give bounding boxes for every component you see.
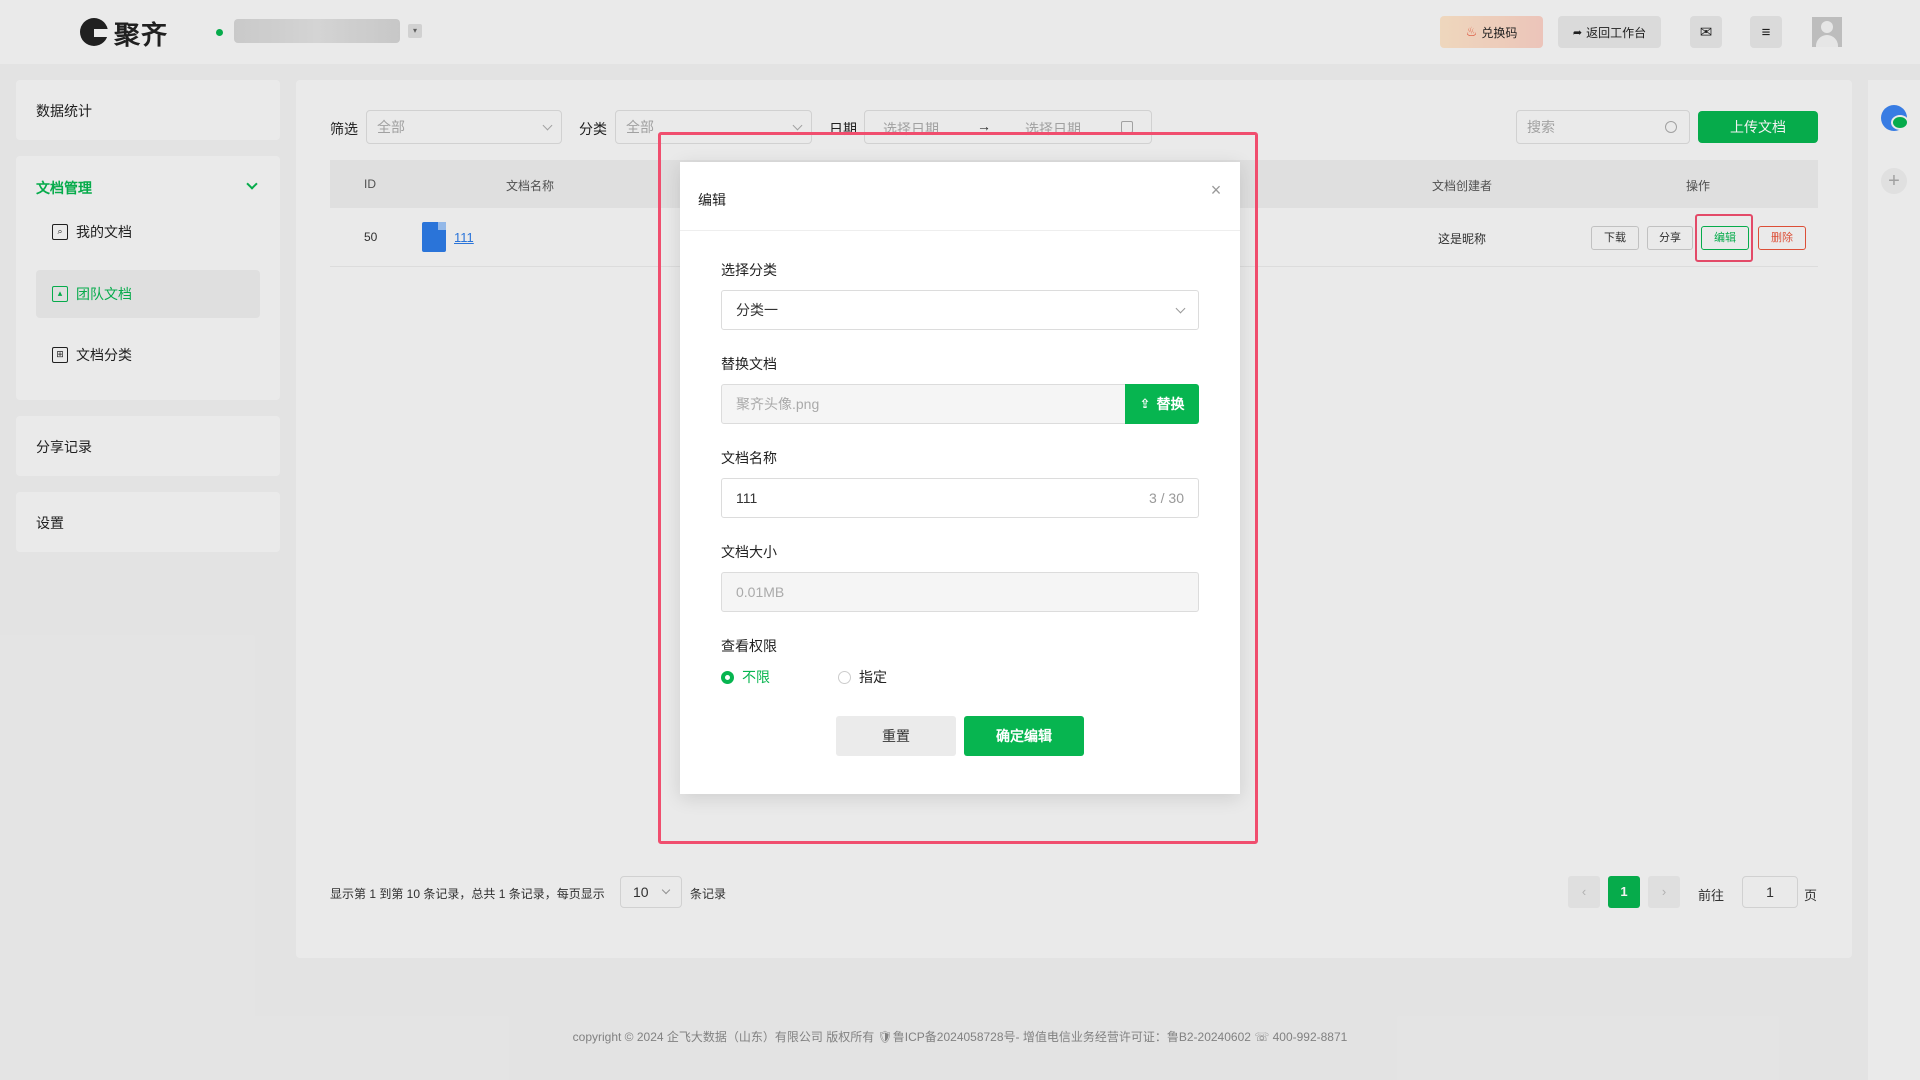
replace-file-field: 聚齐头像.png — [721, 384, 1126, 424]
category-field-label: 选择分类 — [721, 262, 777, 278]
char-counter: 3 / 30 — [1148, 490, 1184, 506]
radio-unchecked-icon — [838, 670, 851, 684]
document-size-field: 0.01MB — [721, 572, 1199, 612]
dialog-divider — [680, 230, 1240, 231]
reset-button[interactable]: 重置 — [836, 716, 956, 756]
permission-unlimited-radio[interactable]: 不限 — [721, 667, 770, 687]
chevron-down-icon — [1175, 303, 1186, 313]
category-dropdown[interactable]: 分类一 — [721, 290, 1199, 330]
size-field-label: 文档大小 — [721, 544, 777, 560]
name-field-label: 文档名称 — [721, 450, 777, 466]
document-name-input[interactable]: 111 3 / 30 — [721, 478, 1199, 518]
replace-field-label: 替换文档 — [721, 356, 777, 372]
dialog-title: 编辑 — [698, 192, 726, 208]
edit-dialog: 编辑 × 选择分类 分类一 替换文档 聚齐头像.png ⇪ 替换 文档名称 111… — [680, 162, 1240, 794]
permission-field-label: 查看权限 — [721, 638, 777, 654]
confirm-edit-button[interactable]: 确定编辑 — [964, 716, 1084, 756]
close-icon[interactable]: × — [1208, 180, 1224, 202]
permission-specified-radio[interactable]: 指定 — [838, 667, 887, 687]
replace-file-button[interactable]: ⇪ 替换 — [1125, 384, 1199, 424]
upload-icon: ⇪ — [1139, 396, 1151, 411]
radio-checked-icon — [721, 670, 734, 684]
